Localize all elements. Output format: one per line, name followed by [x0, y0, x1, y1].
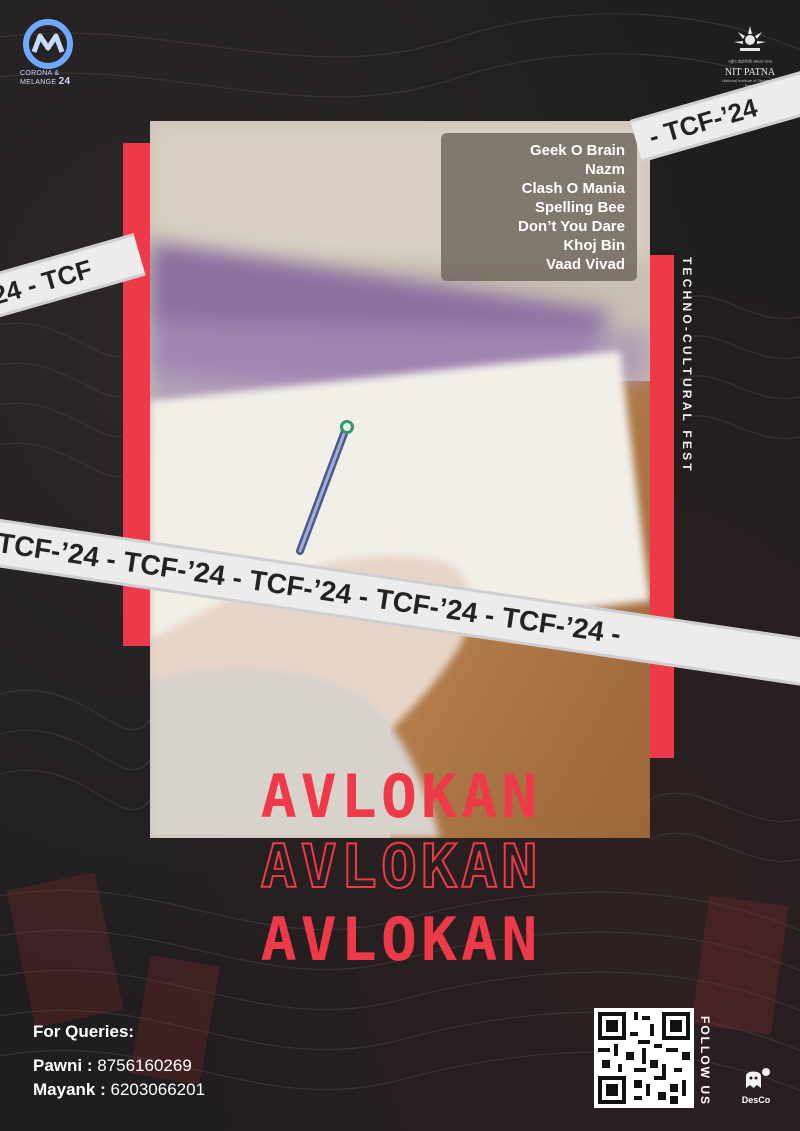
red-accent-bar-right	[650, 255, 674, 758]
contact-row: Mayank : 6203066201	[33, 1080, 206, 1099]
event-item: Vaad Vivad	[546, 256, 625, 273]
nit-name: NIT PATNA	[724, 67, 776, 78]
event-item: Spelling Bee	[534, 199, 625, 216]
contact-phone[interactable]: 6203066201	[110, 1080, 205, 1099]
queries-section: For Queries: Pawni : 8756160269 Mayank :…	[33, 1022, 205, 1102]
title-avlokan-2: AVLOKAN	[260, 832, 542, 902]
qr-code-icon	[594, 1008, 694, 1108]
techno-cultural-fest-label: TECHNO-CULTURAL FEST	[680, 257, 696, 547]
queries-heading: For Queries:	[33, 1022, 135, 1041]
event-item: Don’t You Dare	[518, 218, 625, 235]
follow-us-text: FOLLOW US	[698, 1016, 712, 1106]
title-avlokan-3: AVLOKAN	[260, 905, 542, 975]
title-avlokan-1: AVLOKAN	[260, 762, 542, 832]
event-item: Clash O Mania	[521, 180, 625, 197]
nit-patna-logo: राष्ट्रीय प्रौद्योगिकी संस्थान पटना NIT …	[718, 24, 782, 88]
cm-logo-text: CORONA & MELANGE 24	[20, 70, 70, 87]
logo-line2: MELANGE	[20, 79, 57, 86]
corona-melange-logo: CORONA & MELANGE 24	[18, 18, 88, 93]
nit-emblem-icon	[734, 26, 766, 51]
event-item: Nazm	[584, 161, 625, 178]
nit-hindi-name: राष्ट्रीय प्रौद्योगिकी संस्थान पटना	[728, 59, 772, 64]
event-item: Geek O Brain	[529, 142, 625, 159]
events-list: Geek O Brain Nazm Clash O Mania Spelling…	[441, 141, 625, 274]
contact-phone[interactable]: 8756160269	[97, 1056, 192, 1075]
qr-code[interactable]	[594, 1008, 694, 1108]
events-list-panel: Geek O Brain Nazm Clash O Mania Spelling…	[441, 133, 637, 281]
poster: CORONA & MELANGE 24 राष्ट्रीय प्रौद्योगि…	[0, 0, 800, 1131]
vertical-fest-text: TECHNO-CULTURAL FEST	[680, 257, 694, 474]
desco-logo: DesCo	[734, 1066, 778, 1106]
event-item: Khoj Bin	[563, 237, 625, 254]
desco-label: DesCo	[741, 1095, 771, 1105]
contact-row: Pawni : 8756160269	[33, 1056, 192, 1075]
contact-name: Mayank	[33, 1080, 96, 1099]
follow-us-label: FOLLOW US	[698, 1016, 712, 1106]
desco-ghost-icon	[746, 1068, 770, 1088]
contact-name: Pawni	[33, 1056, 83, 1075]
cm-logo-mark	[23, 19, 73, 69]
logo-year: 24	[58, 76, 71, 87]
